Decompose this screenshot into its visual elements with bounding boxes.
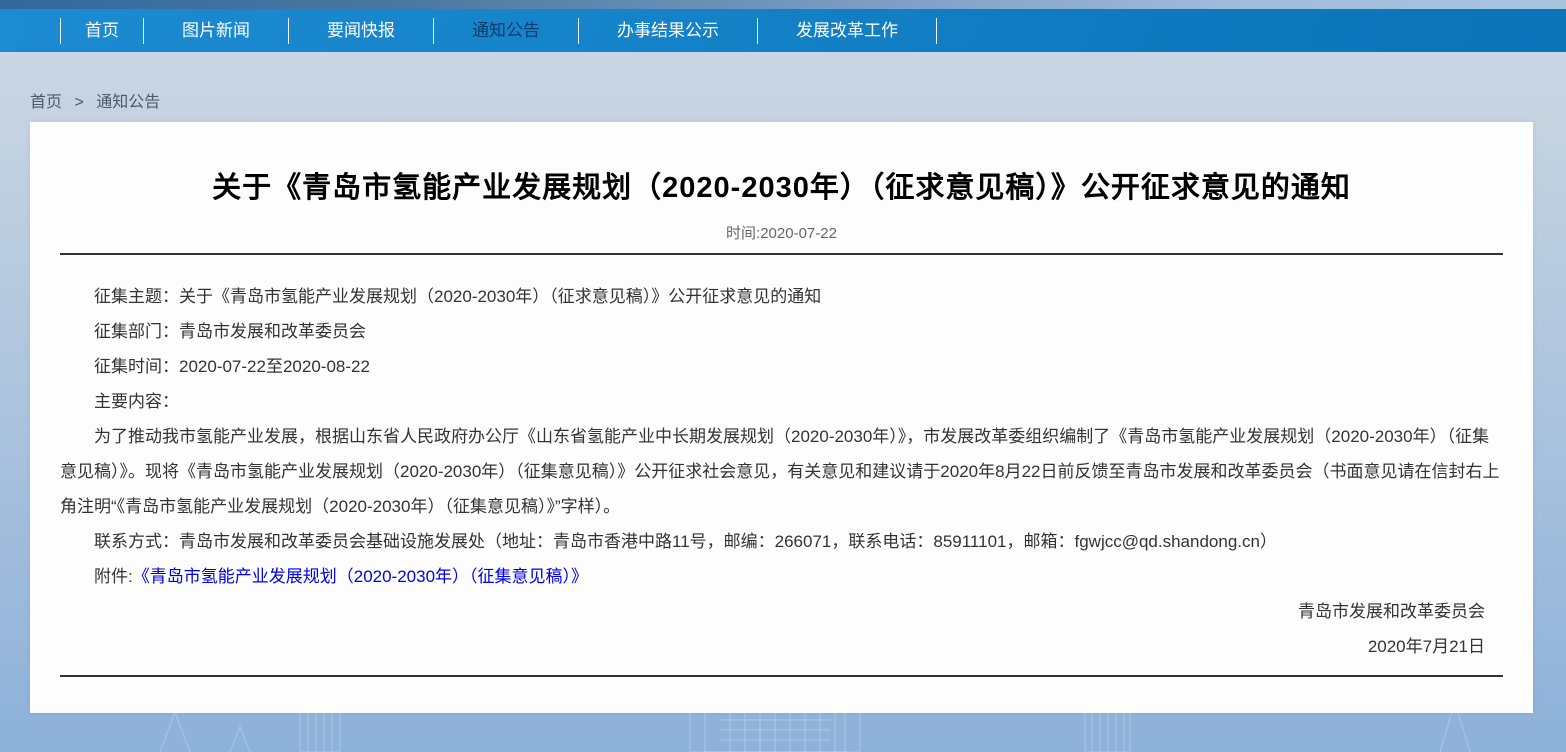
page-title: 关于《青岛市氢能产业发展规划（2020-2030年）（征求意见稿）》公开征求意见… bbox=[212, 172, 1351, 204]
nav-item-notices[interactable]: 通知公告 bbox=[434, 9, 578, 52]
article-card: 关于《青岛市氢能产业发展规划（2020-2030年）（征求意见稿）》公开征求意见… bbox=[30, 122, 1533, 713]
article-time: 时间:2020-07-22 bbox=[726, 225, 837, 242]
contact-line: 联系方式：青岛市发展和改革委员会基础设施发展处（地址：青岛市香港中路11号，邮编… bbox=[94, 532, 1277, 551]
breadcrumb-home-link[interactable]: 首页 bbox=[30, 94, 62, 111]
attachment-line: 附件:《青岛市氢能产业发展规划（2020-2030年）（征集意见稿）》 bbox=[60, 559, 1503, 594]
nav-item-service-results[interactable]: 办事结果公示 bbox=[579, 9, 757, 52]
signature-date: 2020年7月21日 bbox=[1367, 637, 1485, 656]
article-paragraph: 为了推动我市氢能产业发展，根据山东省人民政府办公厅《山东省氢能产业中长期发展规划… bbox=[60, 427, 1500, 516]
main-nav: 首页 图片新闻 要闻快报 通知公告 办事结果公示 发展改革工作 bbox=[0, 9, 1566, 52]
banner-edge-strip bbox=[0, 0, 1566, 9]
nav-item-home[interactable]: 首页 bbox=[61, 9, 143, 52]
page-background: 首页 图片新闻 要闻快报 通知公告 办事结果公示 发展改革工作 首页 > 通知公… bbox=[0, 0, 1566, 752]
nav-item-news-flash[interactable]: 要闻快报 bbox=[289, 9, 433, 52]
skyline-artwork bbox=[159, 682, 1471, 752]
field-main-content-label: 主要内容： bbox=[94, 392, 179, 411]
breadcrumb: 首页 > 通知公告 bbox=[30, 88, 160, 112]
main-nav-inner: 首页 图片新闻 要闻快报 通知公告 办事结果公示 发展改革工作 bbox=[0, 9, 1566, 52]
nav-item-photo-news[interactable]: 图片新闻 bbox=[144, 9, 288, 52]
field-department: 征集部门：青岛市发展和改革委员会 bbox=[94, 322, 366, 341]
field-period: 征集时间：2020-07-22至2020-08-22 bbox=[94, 357, 370, 376]
breadcrumb-separator: > bbox=[74, 94, 84, 111]
attachment-label: 附件: bbox=[94, 567, 133, 586]
article-body: 征集主题：关于《青岛市氢能产业发展规划（2020-2030年）（征求意见稿）》公… bbox=[30, 255, 1533, 664]
nav-item-reform-work[interactable]: 发展改革工作 bbox=[758, 9, 936, 52]
field-subject: 征集主题：关于《青岛市氢能产业发展规划（2020-2030年）（征求意见稿）》公… bbox=[94, 287, 822, 306]
footer-separator bbox=[60, 675, 1503, 677]
attachment-link[interactable]: 《青岛市氢能产业发展规划（2020-2030年）（征集意见稿）》 bbox=[133, 567, 588, 586]
nav-divider bbox=[936, 17, 937, 44]
signature-org: 青岛市发展和改革委员会 bbox=[1298, 602, 1485, 621]
breadcrumb-current[interactable]: 通知公告 bbox=[96, 94, 160, 111]
